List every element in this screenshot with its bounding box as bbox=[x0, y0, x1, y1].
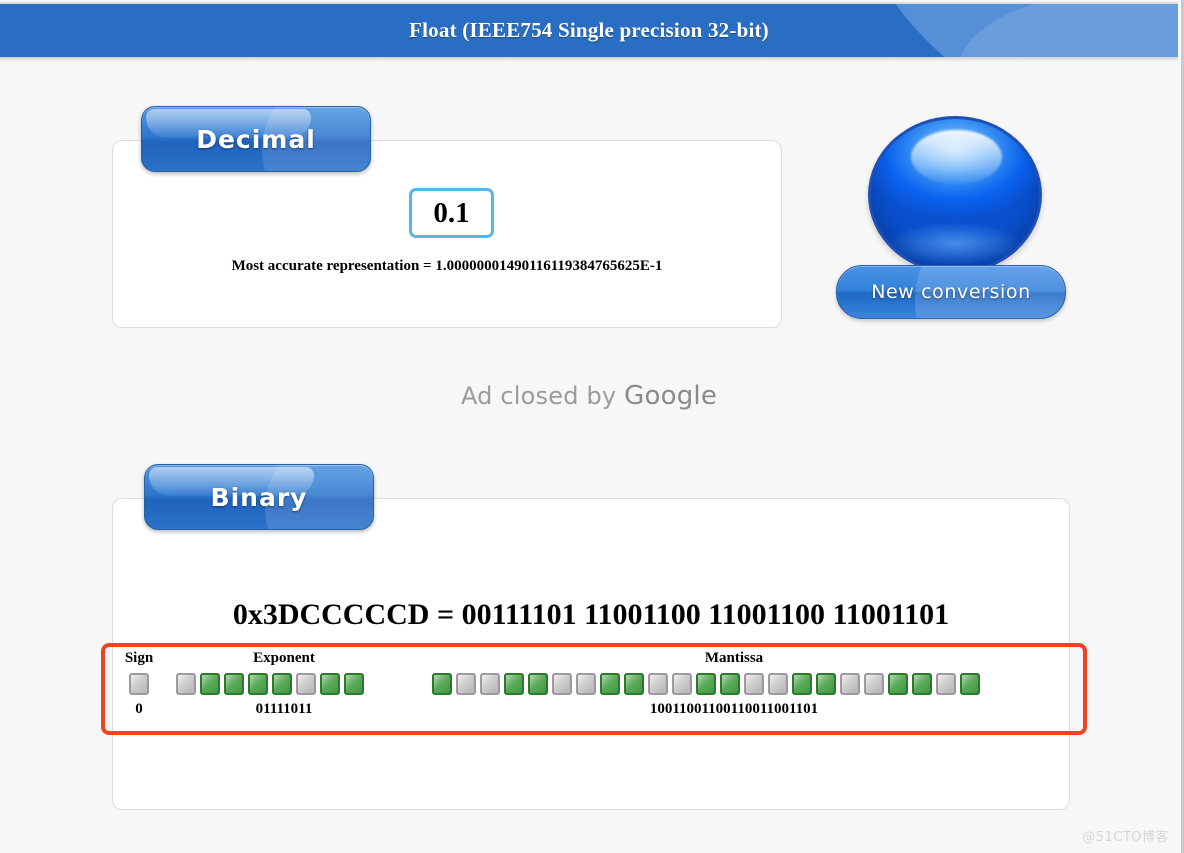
google-brand-text: Google bbox=[624, 381, 718, 411]
ad-notice-prefix: Ad closed by bbox=[460, 382, 625, 410]
hex-binary-expression: 0x3DCCCCCD = 00111101 11001100 11001100 … bbox=[232, 598, 950, 631]
new-conversion-label: New conversion bbox=[871, 281, 1031, 303]
sphere-lower-glow bbox=[887, 222, 1023, 265]
blue-sphere-icon[interactable] bbox=[868, 116, 1042, 274]
exponent-field-value: 01111011 bbox=[255, 701, 313, 717]
bit-box[interactable] bbox=[672, 673, 692, 695]
bit-box[interactable] bbox=[129, 673, 149, 695]
bit-box[interactable] bbox=[176, 673, 196, 695]
new-conversion-widget[interactable]: New conversion bbox=[836, 108, 1068, 328]
bit-box[interactable] bbox=[744, 673, 764, 695]
exponent-field-title: Exponent bbox=[253, 650, 315, 666]
bit-box[interactable] bbox=[960, 673, 980, 695]
mantissa-field-value: 10011001100110011001101 bbox=[649, 701, 819, 717]
banner-bottom-edge bbox=[0, 57, 1178, 63]
new-conversion-button[interactable]: New conversion bbox=[836, 265, 1066, 319]
ad-closed-notice: Ad closed by Google bbox=[0, 381, 1178, 411]
bit-box[interactable] bbox=[648, 673, 668, 695]
bit-box[interactable] bbox=[320, 673, 340, 695]
bit-box[interactable] bbox=[576, 673, 596, 695]
site-watermark: @51CTO博客 bbox=[1082, 830, 1169, 845]
bit-box[interactable] bbox=[912, 673, 932, 695]
decimal-value-text: 0.1 bbox=[433, 196, 470, 229]
page-banner: Float (IEEE754 Single precision 32-bit) bbox=[0, 4, 1178, 57]
bit-box[interactable] bbox=[296, 673, 316, 695]
bit-box[interactable] bbox=[816, 673, 836, 695]
exponent-bit-boxes[interactable] bbox=[176, 673, 364, 695]
decimal-section-tab: Decimal bbox=[141, 106, 371, 172]
sphere-highlight bbox=[911, 129, 1003, 185]
bit-box[interactable] bbox=[840, 673, 860, 695]
bit-box[interactable] bbox=[888, 673, 908, 695]
bit-box[interactable] bbox=[768, 673, 788, 695]
page-frame: Float (IEEE754 Single precision 32-bit) … bbox=[0, 0, 1184, 853]
bit-box[interactable] bbox=[936, 673, 956, 695]
binary-tab-label: Binary bbox=[210, 482, 308, 512]
bit-box[interactable] bbox=[864, 673, 884, 695]
bit-box[interactable] bbox=[792, 673, 812, 695]
most-accurate-representation-text: Most accurate representation = 1.0000000… bbox=[231, 258, 663, 274]
bit-box[interactable] bbox=[480, 673, 500, 695]
bit-box[interactable] bbox=[272, 673, 292, 695]
sign-bit-boxes[interactable] bbox=[129, 673, 149, 695]
mantissa-field-title: Mantissa bbox=[704, 650, 764, 666]
bit-box[interactable] bbox=[456, 673, 476, 695]
mantissa-bit-boxes[interactable] bbox=[432, 673, 980, 695]
bit-box[interactable] bbox=[344, 673, 364, 695]
page-title: Float (IEEE754 Single precision 32-bit) bbox=[409, 18, 769, 42]
bit-box[interactable] bbox=[600, 673, 620, 695]
bit-box[interactable] bbox=[200, 673, 220, 695]
bit-box[interactable] bbox=[624, 673, 644, 695]
bit-box[interactable] bbox=[248, 673, 268, 695]
bit-box[interactable] bbox=[432, 673, 452, 695]
bit-box[interactable] bbox=[528, 673, 548, 695]
decimal-tab-label: Decimal bbox=[196, 124, 316, 154]
binary-section-tab: Binary bbox=[144, 464, 374, 530]
sign-field-title: Sign bbox=[124, 650, 154, 666]
decimal-value-input[interactable]: 0.1 bbox=[409, 188, 494, 238]
bit-box[interactable] bbox=[720, 673, 740, 695]
sign-field-value: 0 bbox=[135, 701, 143, 717]
bit-box[interactable] bbox=[696, 673, 716, 695]
bit-box[interactable] bbox=[224, 673, 244, 695]
bit-box[interactable] bbox=[504, 673, 524, 695]
bit-box[interactable] bbox=[552, 673, 572, 695]
